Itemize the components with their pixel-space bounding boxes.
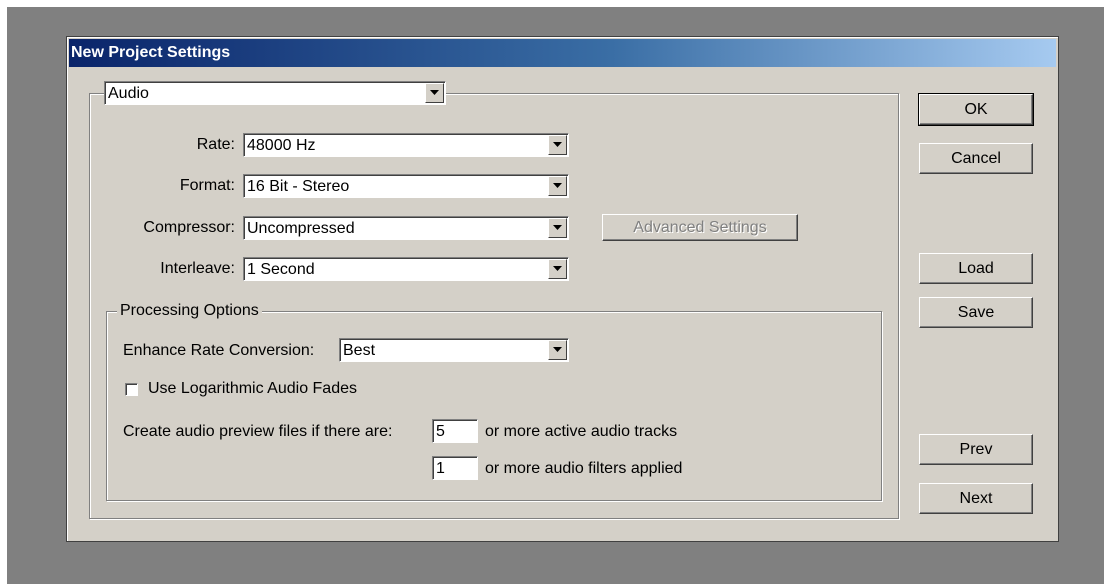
log-fades-label: Use Logarithmic Audio Fades <box>148 380 357 397</box>
rate-value: 48000 Hz <box>247 137 316 154</box>
compressor-label: Compressor: <box>143 219 235 236</box>
audio-filters-suffix: or more audio filters applied <box>485 460 683 477</box>
active-tracks-suffix: or more active audio tracks <box>485 423 678 440</box>
save-button[interactable]: Save <box>919 297 1033 328</box>
chevron-down-icon[interactable] <box>548 135 567 155</box>
preview-files-label: Create audio preview files if there are: <box>123 423 393 440</box>
interleave-select[interactable]: 1 Second <box>243 257 569 281</box>
load-button[interactable]: Load <box>919 253 1033 284</box>
compressor-select[interactable]: Uncompressed <box>243 216 569 240</box>
rate-label: Rate: <box>196 136 235 153</box>
ok-button[interactable]: OK <box>918 93 1034 126</box>
active-tracks-input[interactable]: 5 <box>432 419 478 443</box>
format-select[interactable]: 16 Bit - Stereo <box>243 174 569 198</box>
next-button[interactable]: Next <box>919 483 1033 514</box>
prev-button[interactable]: Prev <box>919 434 1033 465</box>
audio-filters-input[interactable]: 1 <box>432 456 478 480</box>
active-tracks-value: 5 <box>436 423 445 440</box>
interleave-label: Interleave: <box>160 260 235 277</box>
audio-filters-value: 1 <box>436 460 445 477</box>
format-value: 16 Bit - Stereo <box>247 178 350 195</box>
chevron-down-icon[interactable] <box>548 340 567 360</box>
new-project-settings-dialog: New Project Settings Audio Rate: 48000 H… <box>66 36 1059 542</box>
chevron-down-icon[interactable] <box>548 176 567 196</box>
processing-options-label: Processing Options <box>117 301 262 321</box>
enhance-rate-label: Enhance Rate Conversion: <box>123 342 315 359</box>
log-fades-checkbox[interactable] <box>125 383 138 396</box>
rate-select[interactable]: 48000 Hz <box>243 133 569 157</box>
advanced-settings-button[interactable]: Advanced Settings <box>602 214 798 241</box>
section-select[interactable]: Audio <box>104 81 446 105</box>
chevron-down-icon[interactable] <box>548 218 567 238</box>
enhance-rate-select[interactable]: Best <box>339 338 569 362</box>
interleave-value: 1 Second <box>247 261 315 278</box>
section-select-value: Audio <box>108 85 149 102</box>
dialog-title: New Project Settings <box>69 39 1056 67</box>
chevron-down-icon[interactable] <box>548 259 567 279</box>
format-label: Format: <box>179 177 235 194</box>
chevron-down-icon[interactable] <box>425 83 444 103</box>
compressor-value: Uncompressed <box>247 220 355 237</box>
enhance-rate-value: Best <box>343 342 376 359</box>
cancel-button[interactable]: Cancel <box>919 143 1033 174</box>
